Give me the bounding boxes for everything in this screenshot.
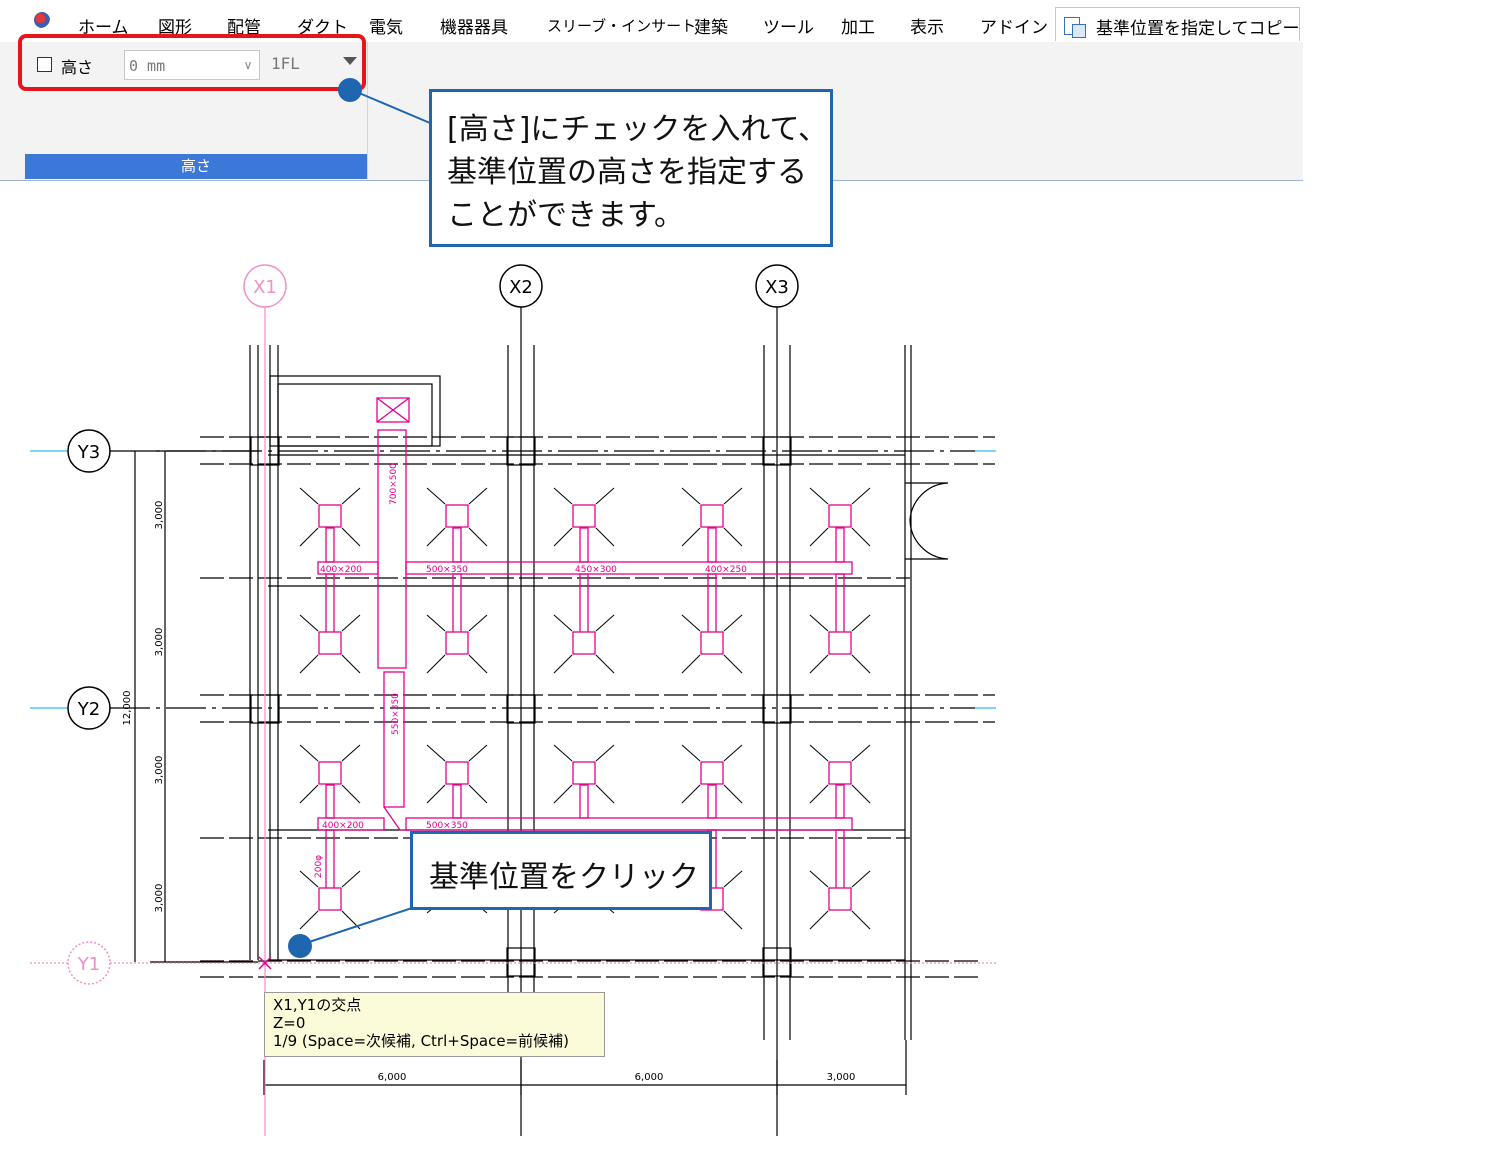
duct-labels: 700×500 550×350 400×200 500×350 450×300 … (314, 463, 747, 878)
grid-label-x2: X2 (509, 277, 533, 298)
dim-y1: 3,000 (154, 501, 165, 530)
callout-line: 基準位置の高さを指定する (447, 155, 807, 190)
grid-label-x1: X1 (253, 277, 277, 298)
grid-label-x3: X3 (765, 277, 789, 298)
duct-label: 500×350 (426, 565, 468, 575)
grid-label-y1: Y1 (77, 954, 100, 975)
grid-label-y2: Y2 (77, 699, 100, 720)
dim-y2: 3,000 (154, 628, 165, 657)
callout-dot-top (338, 78, 362, 102)
dim-x3: 3,000 (827, 1072, 856, 1083)
duct-label: 450×300 (575, 565, 617, 575)
tooltip-line: X1,Y1の交点 (273, 996, 362, 1014)
grid-label-y3: Y3 (77, 442, 100, 463)
dim-y-total: 12,000 (122, 691, 133, 726)
duct-label: 550×350 (391, 693, 401, 735)
duct-label: 400×200 (322, 821, 364, 831)
duct-label: 200φ (314, 855, 324, 878)
grid-lines (30, 450, 996, 709)
duct-label: 500×350 (426, 821, 468, 831)
snap-tooltip: X1,Y1の交点 Z=0 1/9 (Space=次候補, Ctrl+Space=… (264, 992, 605, 1057)
duct-label: 700×500 (389, 463, 399, 505)
callout-line: [高さ]にチェックを入れて、 (447, 112, 829, 147)
tooltip-line: 1/9 (Space=次候補, Ctrl+Space=前候補) (273, 1032, 569, 1050)
tooltip-line: Z=0 (273, 1014, 306, 1032)
highlight-frame (18, 34, 366, 91)
callout-click-base-point: 基準位置をクリック (410, 831, 712, 910)
callout-dot-bottom (288, 934, 312, 958)
dim-x2: 6,000 (635, 1072, 664, 1083)
callout-line: ことができます。 (447, 198, 684, 233)
dim-x1: 6,000 (378, 1072, 407, 1083)
dim-y3: 3,000 (154, 756, 165, 785)
duct-label: 400×250 (705, 565, 747, 575)
dim-y4: 3,000 (154, 884, 165, 913)
callout-height-instruction: [高さ]にチェックを入れて、 基準位置の高さを指定する ことができます。 (429, 89, 833, 247)
duct-label: 400×200 (320, 565, 362, 575)
